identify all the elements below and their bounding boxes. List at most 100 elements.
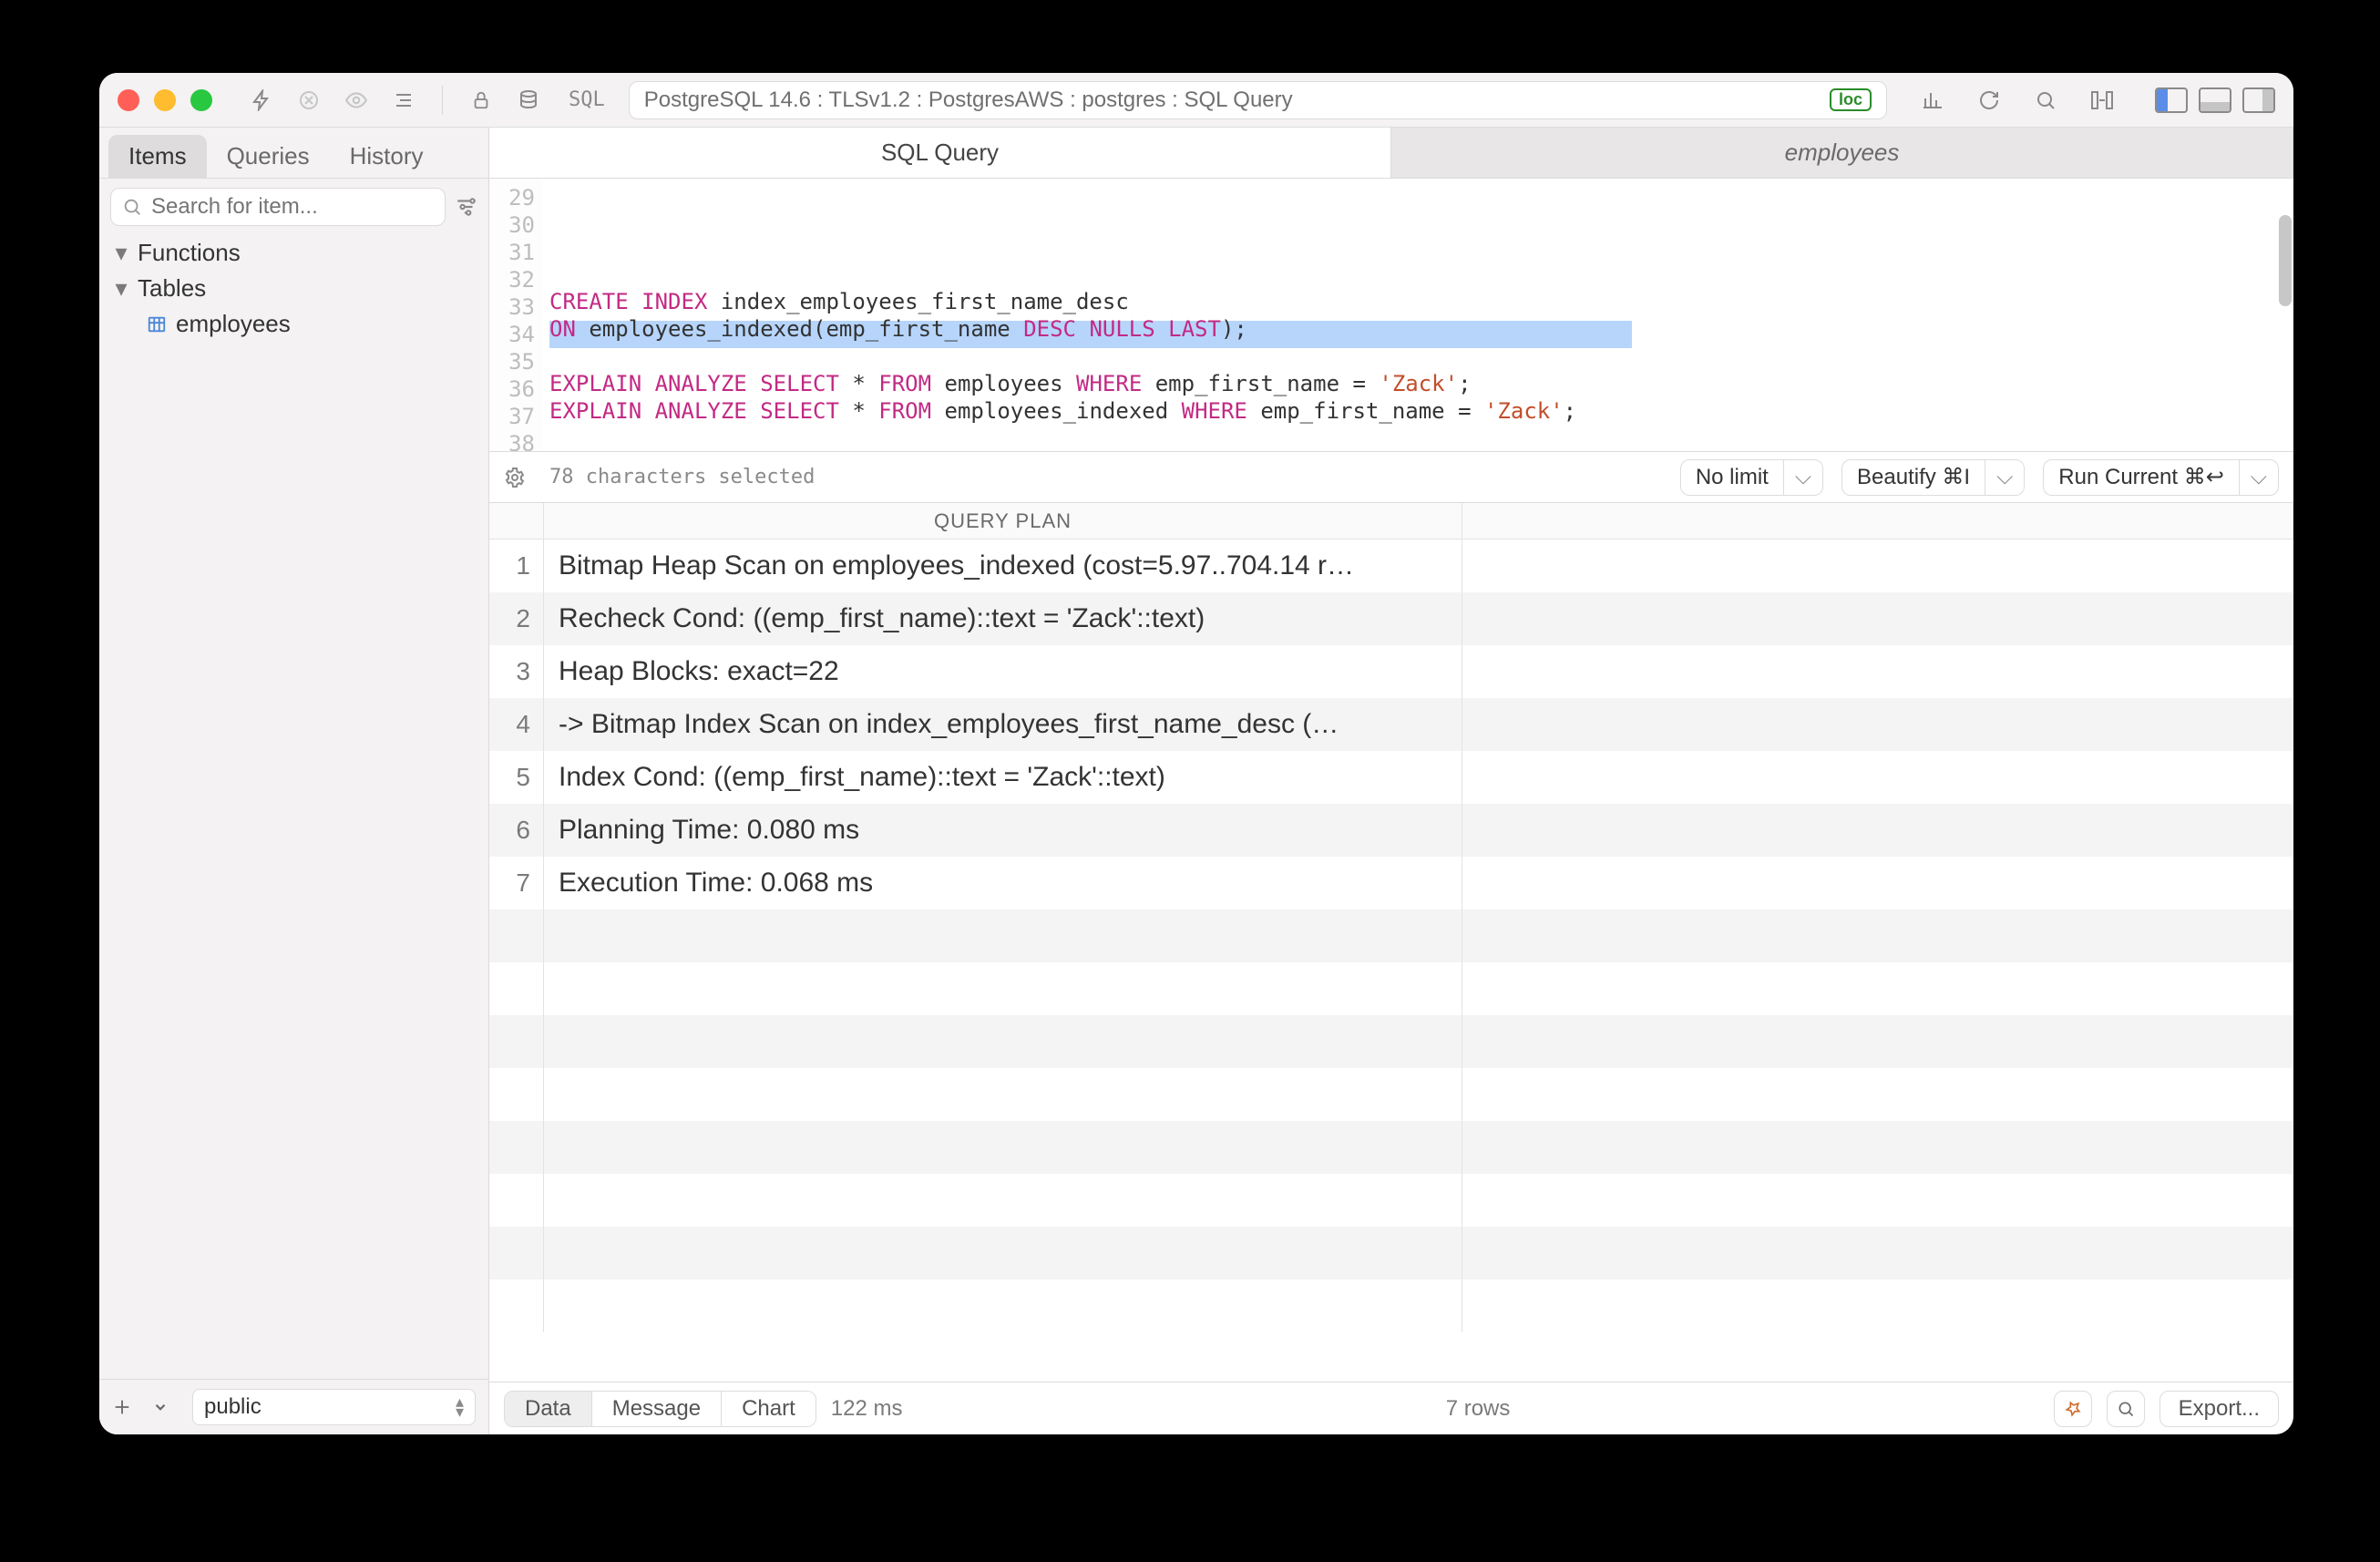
- refresh-icon[interactable]: [1973, 84, 2006, 117]
- sidebar-search-input[interactable]: [151, 194, 434, 220]
- schema-select[interactable]: public ▴▾: [192, 1389, 476, 1425]
- table-row[interactable]: 6Planning Time: 0.080 ms: [489, 804, 2293, 857]
- editor-code[interactable]: CREATE INDEX index_employees_first_name_…: [542, 179, 2293, 451]
- separator: [442, 86, 443, 115]
- lock-icon[interactable]: [465, 84, 498, 117]
- schema-value: public: [204, 1394, 262, 1420]
- minimize-window-button[interactable]: [154, 89, 176, 111]
- table-row[interactable]: 5 Index Cond: ((emp_first_name)::text = …: [489, 751, 2293, 804]
- tab-sql-query[interactable]: SQL Query: [489, 128, 1391, 178]
- seg-chart[interactable]: Chart: [722, 1392, 816, 1426]
- main-tabs: SQL Query employees: [489, 128, 2293, 179]
- database-icon[interactable]: [512, 84, 545, 117]
- selection-status: 78 characters selected: [549, 466, 815, 488]
- limit-label: No limit: [1696, 465, 1769, 490]
- bolt-icon[interactable]: [245, 84, 278, 117]
- table-row[interactable]: 4 -> Bitmap Index Scan on index_employee…: [489, 698, 2293, 751]
- sql-editor[interactable]: 29303132333435363738 CREATE INDEX index_…: [489, 179, 2293, 452]
- editor-footer: 78 characters selected No limit ⌵ Beauti…: [489, 452, 2293, 503]
- connection-text: PostgreSQL 14.6 : TLSv1.2 : PostgresAWS …: [644, 87, 1293, 113]
- filter-icon[interactable]: [455, 195, 478, 219]
- chevron-down-icon: ⌵: [1996, 465, 2013, 490]
- table-row: [489, 1279, 2293, 1332]
- limit-dropdown[interactable]: ⌵: [1783, 459, 1823, 496]
- tab-employees[interactable]: employees: [1391, 128, 2293, 178]
- elapsed-label: 122 ms: [831, 1396, 903, 1422]
- run-dropdown[interactable]: ⌵: [2239, 459, 2279, 496]
- pin-button[interactable]: [2054, 1391, 2092, 1427]
- sidebar: Items Queries History ▾ Functions: [99, 128, 489, 1434]
- search-icon: [122, 197, 142, 217]
- seg-data[interactable]: Data: [505, 1392, 592, 1426]
- beautify-label: Beautify ⌘I: [1857, 464, 1970, 490]
- tree-table-employees[interactable]: employees: [107, 306, 481, 342]
- export-label: Export...: [2179, 1396, 2260, 1422]
- sql-mode-badge: SQL: [559, 88, 614, 111]
- beautify-button[interactable]: Beautify ⌘I: [1841, 459, 1985, 496]
- close-window-button[interactable]: [118, 89, 139, 111]
- panel-right-toggle[interactable]: [2242, 87, 2275, 113]
- table-row: [489, 1174, 2293, 1227]
- results-panel: QUERY PLAN 1Bitmap Heap Scan on employee…: [489, 503, 2293, 1382]
- sidebar-search[interactable]: [110, 188, 446, 226]
- table-row[interactable]: 3 Heap Blocks: exact=22: [489, 645, 2293, 698]
- zoom-window-button[interactable]: [190, 89, 212, 111]
- chevron-down-icon: ⌵: [2251, 465, 2267, 490]
- run-label: Run Current ⌘↩: [2058, 464, 2224, 490]
- indent-icon[interactable]: [387, 84, 420, 117]
- add-button[interactable]: [112, 1397, 139, 1417]
- tree-functions[interactable]: ▾ Functions: [107, 235, 481, 271]
- results-column-header[interactable]: QUERY PLAN: [544, 503, 1462, 539]
- table-row: [489, 909, 2293, 962]
- columns-icon[interactable]: [2086, 84, 2118, 117]
- titlebar-right-tools: [1916, 84, 2275, 117]
- results-empty-header: [1462, 503, 2293, 539]
- sidebar-tab-queries[interactable]: Queries: [207, 135, 330, 178]
- titlebar: SQL PostgreSQL 14.6 : TLSv1.2 : Postgres…: [99, 73, 2293, 128]
- chevron-down-icon: ⌵: [1795, 465, 1811, 490]
- results-body[interactable]: 1Bitmap Heap Scan on employees_indexed (…: [489, 540, 2293, 1382]
- sidebar-tree: ▾ Functions ▾ Tables employees: [99, 235, 488, 342]
- rows-label: 7 rows: [917, 1396, 2038, 1422]
- cancel-icon: [292, 84, 325, 117]
- connection-pill[interactable]: PostgreSQL 14.6 : TLSv1.2 : PostgresAWS …: [629, 81, 1887, 119]
- results-header: QUERY PLAN: [489, 503, 2293, 540]
- chart-icon[interactable]: [1916, 84, 1949, 117]
- window-controls: [118, 89, 212, 111]
- table-row[interactable]: 1Bitmap Heap Scan on employees_indexed (…: [489, 540, 2293, 592]
- table-row[interactable]: 7Execution Time: 0.068 ms: [489, 857, 2293, 909]
- editor-gutter: 29303132333435363738: [489, 179, 542, 451]
- bottom-bar: Data Message Chart 122 ms 7 rows Export.…: [489, 1382, 2293, 1434]
- panel-bottom-toggle[interactable]: [2199, 87, 2231, 113]
- beautify-dropdown[interactable]: ⌵: [1985, 459, 2025, 496]
- app-window: SQL PostgreSQL 14.6 : TLSv1.2 : Postgres…: [99, 73, 2293, 1434]
- export-button[interactable]: Export...: [2159, 1391, 2279, 1427]
- tree-tables[interactable]: ▾ Tables: [107, 271, 481, 306]
- caret-icon: ▾: [114, 274, 128, 303]
- search-icon[interactable]: [2029, 84, 2062, 117]
- panel-left-toggle[interactable]: [2155, 87, 2188, 113]
- sidebar-tab-items[interactable]: Items: [108, 135, 207, 178]
- updown-icon: ▴▾: [456, 1397, 464, 1417]
- tree-label: Functions: [138, 239, 241, 267]
- more-button[interactable]: [152, 1399, 180, 1415]
- caret-icon: ▾: [114, 239, 128, 267]
- sidebar-bottom: public ▴▾: [99, 1379, 488, 1434]
- seg-message[interactable]: Message: [592, 1392, 722, 1426]
- table-row[interactable]: 2 Recheck Cond: ((emp_first_name)::text …: [489, 592, 2293, 645]
- limit-select[interactable]: No limit: [1680, 459, 1783, 496]
- main: SQL Query employees 29303132333435363738…: [489, 128, 2293, 1434]
- gear-icon[interactable]: [504, 467, 531, 488]
- tree-label: employees: [176, 310, 291, 338]
- table-row: [489, 1015, 2293, 1068]
- run-button[interactable]: Run Current ⌘↩: [2043, 459, 2239, 496]
- tree-label: Tables: [138, 274, 206, 303]
- sidebar-tab-history[interactable]: History: [330, 135, 444, 178]
- table-icon: [147, 314, 167, 334]
- eye-icon: [340, 84, 373, 117]
- table-row: [489, 1121, 2293, 1174]
- sidebar-tabs: Items Queries History: [99, 128, 488, 179]
- loc-badge: loc: [1830, 88, 1872, 111]
- results-search-button[interactable]: [2107, 1391, 2145, 1427]
- table-row: [489, 1068, 2293, 1121]
